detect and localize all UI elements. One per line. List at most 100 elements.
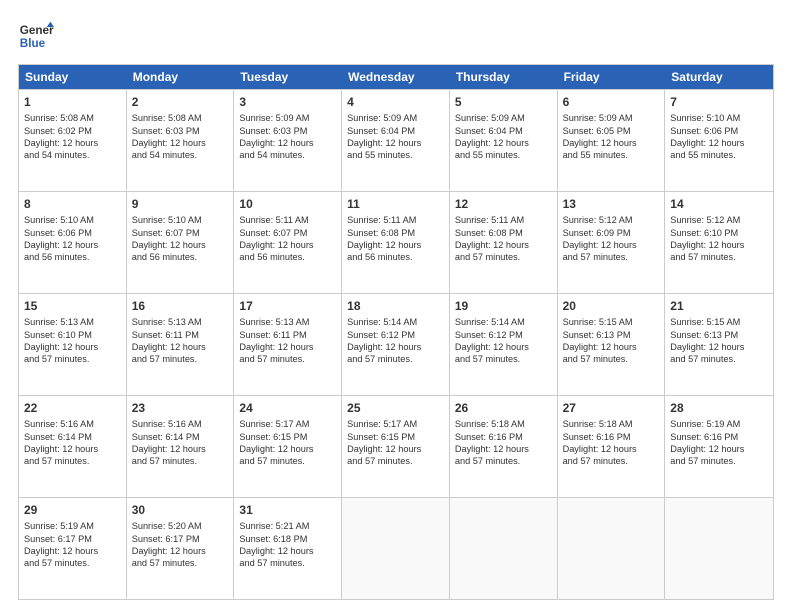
cell-line: Daylight: 12 hours bbox=[24, 137, 121, 149]
cell-line: and 56 minutes. bbox=[132, 251, 229, 263]
cell-line: Sunset: 6:17 PM bbox=[24, 533, 121, 545]
cell-line: and 57 minutes. bbox=[455, 455, 552, 467]
cell-line: Sunrise: 5:16 AM bbox=[24, 418, 121, 430]
cell-line: Sunset: 6:14 PM bbox=[24, 431, 121, 443]
cell-line: Sunset: 6:04 PM bbox=[347, 125, 444, 137]
cell-line: Daylight: 12 hours bbox=[563, 239, 660, 251]
cell-line: Daylight: 12 hours bbox=[455, 239, 552, 251]
day-number: 4 bbox=[347, 94, 444, 110]
day-number: 24 bbox=[239, 400, 336, 416]
cell-line: Sunrise: 5:09 AM bbox=[563, 112, 660, 124]
cell-line: Sunrise: 5:10 AM bbox=[132, 214, 229, 226]
calendar-cell: 6Sunrise: 5:09 AMSunset: 6:05 PMDaylight… bbox=[558, 90, 666, 191]
cell-line: and 54 minutes. bbox=[239, 149, 336, 161]
day-number: 9 bbox=[132, 196, 229, 212]
cell-line: and 57 minutes. bbox=[563, 353, 660, 365]
cell-line: Sunset: 6:16 PM bbox=[563, 431, 660, 443]
cell-line: Sunrise: 5:12 AM bbox=[670, 214, 768, 226]
svg-text:Blue: Blue bbox=[20, 37, 46, 50]
calendar-cell: 2Sunrise: 5:08 AMSunset: 6:03 PMDaylight… bbox=[127, 90, 235, 191]
weekday-header: Saturday bbox=[665, 65, 773, 89]
cell-line: Daylight: 12 hours bbox=[455, 137, 552, 149]
cell-line: and 57 minutes. bbox=[132, 353, 229, 365]
cell-line: Sunrise: 5:13 AM bbox=[239, 316, 336, 328]
day-number: 8 bbox=[24, 196, 121, 212]
day-number: 17 bbox=[239, 298, 336, 314]
cell-line: Daylight: 12 hours bbox=[132, 545, 229, 557]
calendar-cell bbox=[450, 498, 558, 599]
cell-line: Daylight: 12 hours bbox=[347, 341, 444, 353]
day-number: 31 bbox=[239, 502, 336, 518]
cell-line: Sunset: 6:02 PM bbox=[24, 125, 121, 137]
cell-line: Sunrise: 5:11 AM bbox=[239, 214, 336, 226]
cell-line: and 57 minutes. bbox=[670, 251, 768, 263]
cell-line: and 57 minutes. bbox=[455, 353, 552, 365]
calendar-row: 29Sunrise: 5:19 AMSunset: 6:17 PMDayligh… bbox=[19, 497, 773, 599]
calendar-cell: 11Sunrise: 5:11 AMSunset: 6:08 PMDayligh… bbox=[342, 192, 450, 293]
calendar-cell: 5Sunrise: 5:09 AMSunset: 6:04 PMDaylight… bbox=[450, 90, 558, 191]
calendar-body: 1Sunrise: 5:08 AMSunset: 6:02 PMDaylight… bbox=[19, 89, 773, 599]
calendar: SundayMondayTuesdayWednesdayThursdayFrid… bbox=[18, 64, 774, 600]
cell-line: Sunrise: 5:18 AM bbox=[455, 418, 552, 430]
cell-line: Daylight: 12 hours bbox=[670, 137, 768, 149]
cell-line: Sunset: 6:16 PM bbox=[455, 431, 552, 443]
calendar-cell: 23Sunrise: 5:16 AMSunset: 6:14 PMDayligh… bbox=[127, 396, 235, 497]
cell-line: Sunrise: 5:11 AM bbox=[347, 214, 444, 226]
weekday-header: Sunday bbox=[19, 65, 127, 89]
cell-line: Sunset: 6:15 PM bbox=[239, 431, 336, 443]
cell-line: Sunrise: 5:15 AM bbox=[670, 316, 768, 328]
page: General Blue SundayMondayTuesdayWednesda… bbox=[0, 0, 792, 612]
cell-line: Daylight: 12 hours bbox=[455, 443, 552, 455]
cell-line: Daylight: 12 hours bbox=[132, 443, 229, 455]
day-number: 29 bbox=[24, 502, 121, 518]
cell-line: Daylight: 12 hours bbox=[132, 239, 229, 251]
cell-line: Sunrise: 5:18 AM bbox=[563, 418, 660, 430]
day-number: 18 bbox=[347, 298, 444, 314]
cell-line: Daylight: 12 hours bbox=[670, 443, 768, 455]
cell-line: Sunrise: 5:11 AM bbox=[455, 214, 552, 226]
cell-line: and 57 minutes. bbox=[24, 353, 121, 365]
calendar-cell bbox=[665, 498, 773, 599]
weekday-header: Tuesday bbox=[234, 65, 342, 89]
calendar-cell: 29Sunrise: 5:19 AMSunset: 6:17 PMDayligh… bbox=[19, 498, 127, 599]
calendar-cell: 10Sunrise: 5:11 AMSunset: 6:07 PMDayligh… bbox=[234, 192, 342, 293]
cell-line: Daylight: 12 hours bbox=[132, 137, 229, 149]
weekday-header: Monday bbox=[127, 65, 235, 89]
cell-line: Sunrise: 5:08 AM bbox=[132, 112, 229, 124]
cell-line: Daylight: 12 hours bbox=[563, 137, 660, 149]
cell-line: Sunrise: 5:14 AM bbox=[347, 316, 444, 328]
cell-line: Daylight: 12 hours bbox=[239, 545, 336, 557]
calendar-cell: 26 Sunrise: 5:18 AMSunset: 6:16 PMDayligh… bbox=[450, 396, 558, 497]
day-number: 3 bbox=[239, 94, 336, 110]
cell-line: Sunset: 6:11 PM bbox=[132, 329, 229, 341]
cell-line: and 54 minutes. bbox=[24, 149, 121, 161]
logo: General Blue bbox=[18, 18, 54, 54]
cell-line: and 57 minutes. bbox=[239, 557, 336, 569]
cell-line: Sunrise: 5:10 AM bbox=[24, 214, 121, 226]
cell-line: Daylight: 12 hours bbox=[239, 443, 336, 455]
calendar-cell: 9Sunrise: 5:10 AMSunset: 6:07 PMDaylight… bbox=[127, 192, 235, 293]
day-number: 25 bbox=[347, 400, 444, 416]
day-number: 20 bbox=[563, 298, 660, 314]
calendar-cell: 20Sunrise: 5:15 AMSunset: 6:13 PMDayligh… bbox=[558, 294, 666, 395]
day-number: 26 bbox=[455, 400, 552, 416]
cell-line: Sunset: 6:10 PM bbox=[670, 227, 768, 239]
cell-line: Daylight: 12 hours bbox=[563, 443, 660, 455]
weekday-header: Thursday bbox=[450, 65, 558, 89]
calendar-row: 8Sunrise: 5:10 AMSunset: 6:06 PMDaylight… bbox=[19, 191, 773, 293]
cell-line: Daylight: 12 hours bbox=[347, 137, 444, 149]
cell-line: Sunset: 6:15 PM bbox=[347, 431, 444, 443]
cell-line: Sunset: 6:11 PM bbox=[239, 329, 336, 341]
cell-line: Sunrise: 5:09 AM bbox=[455, 112, 552, 124]
cell-line: Daylight: 12 hours bbox=[24, 341, 121, 353]
cell-line: and 57 minutes. bbox=[132, 557, 229, 569]
day-number: 7 bbox=[670, 94, 768, 110]
cell-line: Daylight: 12 hours bbox=[563, 341, 660, 353]
cell-line: Sunrise: 5:16 AM bbox=[132, 418, 229, 430]
cell-line: Daylight: 12 hours bbox=[239, 341, 336, 353]
cell-line: Sunrise: 5:12 AM bbox=[563, 214, 660, 226]
cell-line: and 57 minutes. bbox=[563, 455, 660, 467]
cell-line: Daylight: 12 hours bbox=[670, 239, 768, 251]
cell-line: Daylight: 12 hours bbox=[132, 341, 229, 353]
cell-line: and 55 minutes. bbox=[347, 149, 444, 161]
